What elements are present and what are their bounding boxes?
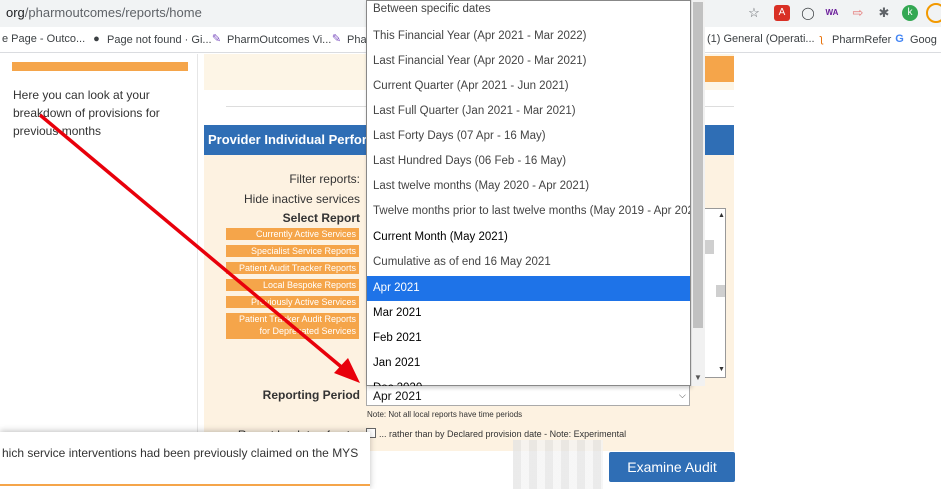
- dropdown-option-prior-twelve-months[interactable]: Twelve months prior to last twelve month…: [367, 199, 690, 224]
- bookmark-item[interactable]: e Page - Outco...: [2, 33, 85, 45]
- dropdown-option-last-forty-days[interactable]: Last Forty Days (07 Apr - 16 May): [367, 124, 690, 149]
- dropdown-option-last-hundred-days[interactable]: Last Hundred Days (06 Feb - 16 May): [367, 149, 690, 174]
- listbox-scroll-mark: [716, 285, 725, 297]
- help-text: Here you can look at your breakdown of p…: [13, 88, 160, 138]
- wa-extension-icon[interactable]: WA: [824, 5, 840, 21]
- select-report-label: Select Report: [282, 211, 360, 225]
- bookmark-label: PharmOutcomes Vi...: [227, 33, 332, 46]
- tooltip-text: hich service interventions had been prev…: [2, 446, 359, 460]
- arrow-extension-icon[interactable]: ⇨: [850, 5, 866, 21]
- dropdown-option-month[interactable]: Jan 2021: [367, 351, 690, 376]
- listbox-scroll-mark: [704, 240, 714, 254]
- examine-audit-button[interactable]: Examine Audit: [609, 452, 735, 482]
- specialist-service-reports-button[interactable]: Specialist Service Reports: [226, 245, 359, 257]
- pharmoutcomes-icon: ✎: [211, 33, 222, 45]
- bookmark-label: (1) General (Operati...: [707, 33, 815, 45]
- dropdown-option-month[interactable]: Mar 2021: [367, 301, 690, 326]
- reporting-period-select[interactable]: Apr 2021: [366, 384, 690, 406]
- dropdown-option-month[interactable]: Dec 2020: [367, 376, 690, 386]
- background-pattern: [513, 440, 603, 489]
- reporting-period-label: Reporting Period: [262, 388, 360, 402]
- circle-extension-icon[interactable]: ◯: [800, 5, 816, 21]
- star-icon[interactable]: ☆: [746, 5, 762, 21]
- dropdown-option-last-twelve-months[interactable]: Last twelve months (May 2020 - Apr 2021): [367, 174, 690, 199]
- hide-inactive-label: Hide inactive services: [244, 192, 361, 206]
- dropdown-option-current-quarter[interactable]: Current Quarter (Apr 2021 - Jun 2021): [367, 74, 690, 99]
- scroll-down-icon[interactable]: ▼: [718, 366, 725, 373]
- tooltip-popup: [0, 432, 370, 489]
- dropdown-option-selected[interactable]: Apr 2021: [367, 276, 690, 301]
- puzzle-icon[interactable]: ✱: [876, 5, 892, 21]
- chevron-down-icon: ⌵: [679, 390, 686, 400]
- local-bespoke-reports-button[interactable]: Local Bespoke Reports: [226, 279, 359, 291]
- bookmark-item[interactable]: ✎ PharmOutcomes Vi...: [210, 33, 331, 46]
- bookmark-item[interactable]: G Goog: [893, 33, 937, 46]
- bookmark-item[interactable]: ● Page not found · Gi...: [90, 33, 212, 46]
- time-period-note: Note: Not all local reports have time pe…: [367, 410, 523, 419]
- filter-reports-label: Filter reports:: [289, 172, 360, 186]
- bookmark-label: Page not found · Gi...: [107, 33, 212, 46]
- currently-active-services-button[interactable]: Currently Active Services: [226, 228, 359, 240]
- pdf-extension-icon[interactable]: A: [774, 5, 790, 21]
- pharmoutcomes-icon: ✎: [331, 33, 342, 45]
- tooltip-underline: [0, 484, 370, 486]
- dropdown-option-cumulative[interactable]: Cumulative as of end 16 May 2021: [367, 250, 690, 275]
- bookmark-label: PharmRefer: [832, 33, 892, 46]
- pharmrefer-icon: ʅ: [820, 33, 823, 45]
- deprecated-services-reports-button[interactable]: Patient Tracker Audit Reports for Deprec…: [226, 313, 359, 339]
- left-panel-header: [12, 62, 188, 71]
- scroll-down-icon[interactable]: ▼: [694, 373, 702, 382]
- bookmark-label: Goog: [910, 33, 937, 46]
- github-icon: ●: [93, 33, 100, 45]
- bookmark-item[interactable]: ʅ PharmRefer: [815, 33, 891, 46]
- url-host: org: [6, 5, 25, 20]
- dropdown-option-last-full-quarter[interactable]: Last Full Quarter (Jan 2021 - Mar 2021): [367, 99, 690, 124]
- dropdown-scroll-thumb[interactable]: [693, 2, 703, 328]
- dropdown-option-this-financial-year[interactable]: This Financial Year (Apr 2021 - Mar 2022…: [367, 24, 690, 49]
- google-icon: G: [895, 33, 904, 45]
- bookmark-label: e Page - Outco...: [2, 33, 86, 45]
- bookmark-item[interactable]: ✎ Phar: [330, 33, 370, 46]
- address-bar[interactable]: org/pharmoutcomes/reports/home: [6, 5, 202, 20]
- patient-audit-tracker-reports-button[interactable]: Patient Audit Tracker Reports: [226, 262, 359, 274]
- dropdown-option-last-financial-year[interactable]: Last Financial Year (Apr 2020 - Mar 2021…: [367, 49, 690, 74]
- previously-active-services-button[interactable]: Previously Active Services: [226, 296, 359, 308]
- dropdown-option-month[interactable]: Feb 2021: [367, 326, 690, 351]
- dropdown-option-current-month[interactable]: Current Month (May 2021): [367, 225, 690, 250]
- report-by-date-note: ... rather than by Declared provision da…: [379, 429, 627, 439]
- menu-avatar-icon[interactable]: [926, 3, 941, 23]
- bookmark-item[interactable]: (1) General (Operati...: [707, 33, 815, 45]
- scroll-up-icon[interactable]: ▲: [718, 212, 725, 219]
- section-title: Provider Individual Performa: [208, 132, 386, 147]
- profile-avatar[interactable]: k: [902, 5, 918, 21]
- url-path: /pharmoutcomes/reports/home: [24, 5, 202, 20]
- dropdown-option-between-dates[interactable]: Between specific dates: [367, 0, 690, 22]
